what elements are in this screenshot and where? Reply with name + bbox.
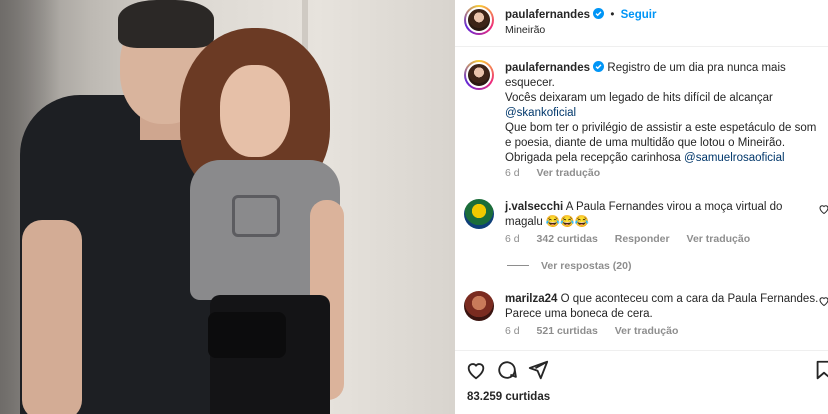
post-photo[interactable] [0, 0, 455, 414]
caption-text-3: Que bom ter o privilégio de assistir a e… [505, 122, 817, 149]
bookmark-icon[interactable] [813, 359, 828, 381]
avatar[interactable] [464, 291, 494, 321]
comment-time: 6 d [505, 233, 520, 245]
translate-link[interactable]: Ver tradução [687, 233, 751, 245]
avatar[interactable] [464, 60, 494, 90]
share-icon[interactable] [527, 359, 549, 381]
comment-username[interactable]: j.valsecchi [505, 201, 563, 213]
avatar[interactable] [464, 199, 494, 229]
comment-likes[interactable]: 521 curtidas [537, 325, 598, 337]
heart-icon[interactable] [818, 295, 828, 307]
follow-button[interactable]: Seguir [621, 9, 657, 21]
caption-text-2: Vocês deixaram um legado de hits difícil… [505, 92, 773, 104]
action-bar: 83.259 curtidas [455, 350, 828, 414]
post-header: paulafernandes • Seguir Mineirão [455, 0, 828, 47]
view-replies-button[interactable]: Ver respostas (20) [507, 260, 631, 272]
post-username[interactable]: paulafernandes [505, 9, 590, 21]
heart-icon[interactable] [465, 359, 487, 381]
mention-link[interactable]: @skankoficial [505, 107, 576, 119]
location-link[interactable]: Mineirão [505, 24, 545, 36]
reply-button[interactable]: Responder [615, 233, 670, 245]
heart-icon[interactable] [818, 203, 828, 215]
translate-link[interactable]: Ver tradução [615, 325, 679, 337]
caption-username[interactable]: paulafernandes [505, 62, 590, 74]
translate-link[interactable]: Ver tradução [537, 167, 601, 179]
comment-username[interactable]: marilza24 [505, 293, 557, 305]
post-details-pane: paulafernandes • Seguir Mineirão paulafe… [455, 0, 828, 414]
comment-icon[interactable] [496, 359, 518, 381]
photo-woman [180, 20, 350, 414]
comment-time: 6 d [505, 325, 520, 337]
comment-likes[interactable]: 342 curtidas [537, 233, 598, 245]
verified-icon [593, 61, 605, 72]
avatar[interactable] [464, 5, 494, 35]
verified-icon [593, 8, 605, 19]
mention-link[interactable]: @samuelrosaoficial [684, 152, 785, 164]
post-likes[interactable]: 83.259 curtidas [467, 391, 550, 403]
caption-time: 6 d [505, 167, 520, 179]
caption-text-4: Obrigada pela recepção carinhosa [505, 152, 681, 164]
